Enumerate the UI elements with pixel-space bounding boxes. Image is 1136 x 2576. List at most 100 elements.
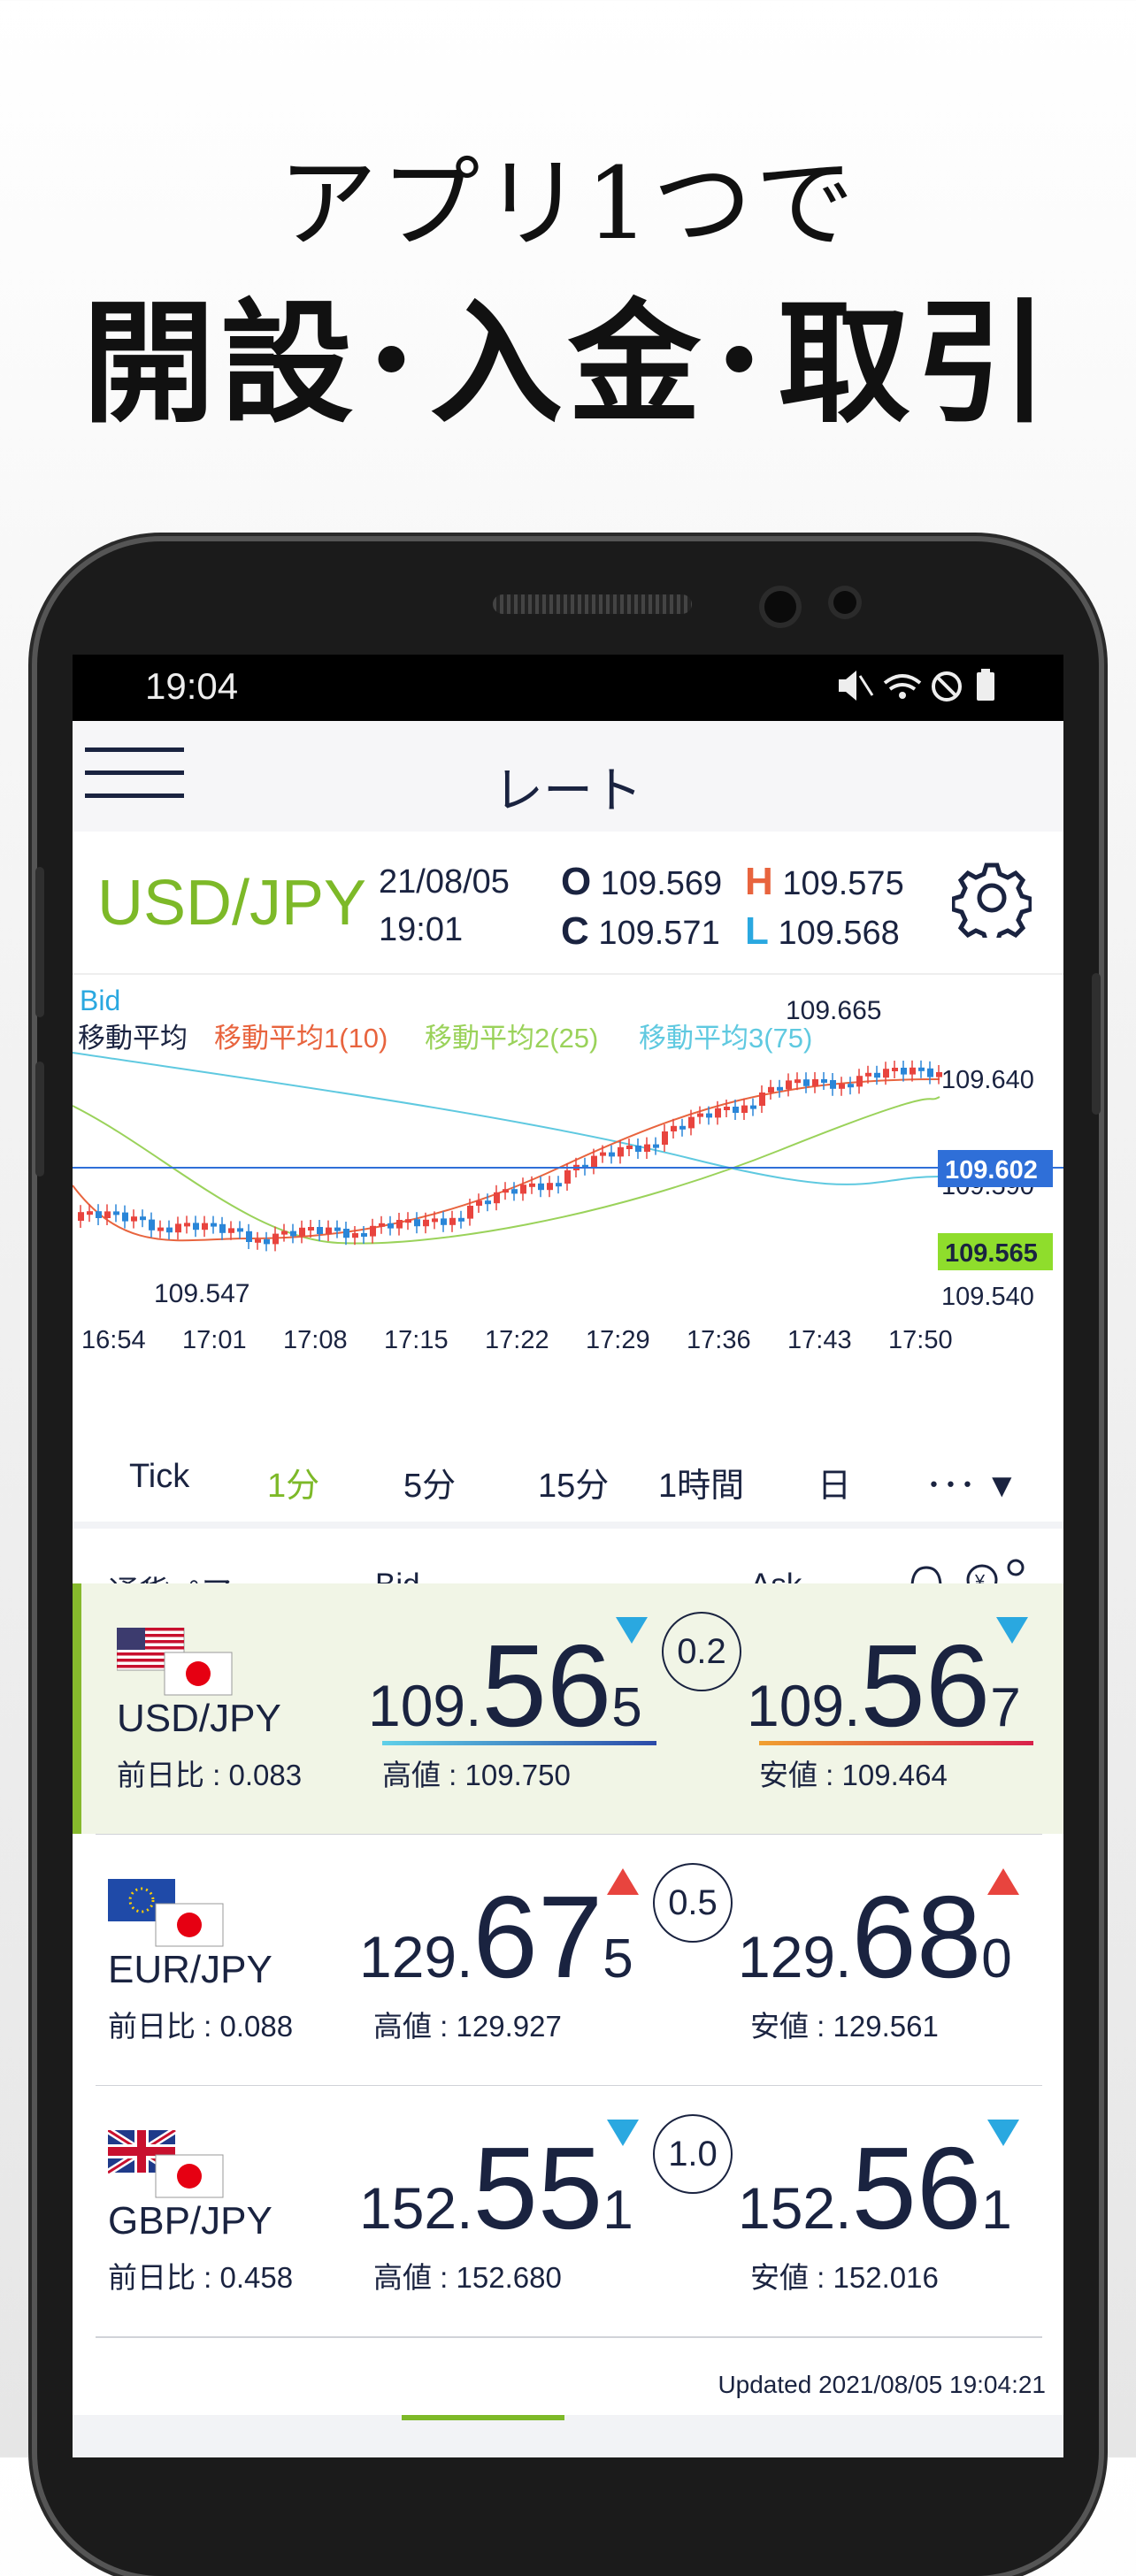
candle <box>149 1219 155 1230</box>
quote-date: 21/08/05 <box>379 863 510 901</box>
ask-big: 56 <box>851 2123 982 2253</box>
ask-bar <box>759 1741 1033 1745</box>
ma1-line <box>73 1078 940 1242</box>
wifi-icon <box>883 674 922 685</box>
candle <box>432 1218 438 1223</box>
chart-series-label: Bid <box>80 985 120 1016</box>
rate-row[interactable]: EUR/JPY 前日比 : 0.088 129.675 0.5 129.680 高値 : … <box>73 1835 1063 2085</box>
candle <box>679 1125 686 1130</box>
x-tick-label: 16:54 <box>81 1326 146 1354</box>
candle <box>264 1238 270 1245</box>
candle <box>511 1189 518 1194</box>
candle <box>414 1219 420 1227</box>
close-value: 109.571 <box>598 915 720 952</box>
page-title: レート <box>494 763 642 818</box>
x-tick-label: 17:22 <box>485 1326 549 1354</box>
row-change: 前日比 : 0.458 <box>108 2261 294 2294</box>
flag-eur-jpy-icon <box>108 1879 224 1947</box>
min-label: 109.547 <box>154 1279 249 1308</box>
ask-pip: 7 <box>990 1677 1021 1738</box>
candle <box>918 1067 925 1071</box>
candle <box>246 1230 252 1242</box>
candle <box>662 1131 668 1145</box>
bid-price[interactable]: 152.551 <box>359 2121 633 2255</box>
ask-tag-value: 109.602 <box>945 1156 1038 1184</box>
candle <box>697 1113 703 1117</box>
power-button <box>1092 973 1101 1115</box>
spread-badge: 1.0 <box>653 2114 733 2194</box>
candle <box>724 1107 730 1110</box>
bid-big: 55 <box>472 2123 603 2253</box>
y-tick-label: 109.540 <box>941 1283 1034 1311</box>
candle <box>441 1218 447 1225</box>
selected-pair[interactable]: USD/JPY <box>97 867 366 939</box>
row-pair: GBP/JPY <box>108 2199 272 2242</box>
candle <box>768 1086 774 1092</box>
candle <box>856 1076 863 1087</box>
tab-timeframe-0[interactable]: Tick <box>129 1458 189 1496</box>
candle <box>591 1155 597 1168</box>
low-value: 安値 : 109.464 <box>759 1759 948 1791</box>
rate-row[interactable]: GBP/JPY 前日比 : 0.458 152.551 1.0 152.561 高値 : … <box>73 2086 1063 2336</box>
candle <box>96 1211 102 1218</box>
ask-price[interactable]: 129.680 <box>738 1870 1012 2004</box>
tab-timeframe-2[interactable]: 5分 <box>403 1458 456 1506</box>
x-tick-label: 17:36 <box>687 1326 751 1354</box>
pair-header: USD/JPY 21/08/05 19:01 O 109.569 C 109.5… <box>73 832 1063 975</box>
candle <box>458 1217 464 1222</box>
headline-line2: 開設･入金･取引 <box>81 286 1054 441</box>
candle <box>361 1233 367 1237</box>
row-pair: EUR/JPY <box>108 1948 272 1991</box>
tab-timeframe-1[interactable]: 1分 <box>267 1458 319 1506</box>
candlestick-chart[interactable]: Bid 移動平均 移動平均1(10) 移動平均2(25) 移動平均3(75) 109.… <box>73 973 1063 1433</box>
bid-direction-icon <box>616 1617 648 1644</box>
tab-timeframe-3[interactable]: 15分 <box>538 1458 609 1506</box>
candle <box>733 1107 739 1113</box>
candle <box>255 1238 261 1243</box>
quote-datetime: 21/08/05 19:01 <box>379 858 510 954</box>
tab-active-indicator <box>402 2415 564 2420</box>
candle <box>166 1227 173 1233</box>
candle <box>910 1067 916 1075</box>
x-axis: 16:54 17:01 17:08 17:15 17:22 17:29 17:36 17:43… <box>81 1326 953 1354</box>
candle <box>104 1211 111 1218</box>
quote-time: 19:01 <box>379 911 464 948</box>
ask-direction-icon <box>996 1617 1028 1644</box>
flag-gbp-jpy-icon <box>108 2130 224 2198</box>
candle <box>370 1225 376 1237</box>
candle <box>715 1108 721 1118</box>
ask-price[interactable]: 152.561 <box>738 2121 1012 2255</box>
bid-price[interactable]: 109.565 <box>368 1619 642 1752</box>
candle <box>892 1068 898 1071</box>
candle <box>564 1170 571 1184</box>
candle <box>759 1092 765 1106</box>
candle <box>281 1230 288 1235</box>
low-label: L <box>745 909 769 953</box>
candle <box>405 1219 411 1223</box>
rate-row[interactable]: USD/JPY 前日比 : 0.083 109.565 0.2 109.567 高値 : … <box>73 1583 1063 1834</box>
tab-timeframe-6[interactable]: ･･･ ▼ <box>925 1458 1018 1506</box>
candle <box>520 1184 526 1194</box>
candle <box>494 1192 500 1204</box>
ask-price[interactable]: 109.567 <box>747 1619 1021 1752</box>
candle <box>308 1227 314 1230</box>
candle <box>228 1228 234 1233</box>
status-icons <box>833 667 1010 715</box>
candle <box>777 1086 783 1091</box>
high-value: 109.575 <box>782 865 904 902</box>
bid-direction-icon <box>607 2120 639 2146</box>
tab-timeframe-5[interactable]: 日 <box>817 1458 851 1506</box>
bid-price[interactable]: 129.675 <box>359 1870 633 2004</box>
candle <box>848 1084 854 1088</box>
gear-icon[interactable] <box>952 858 1032 938</box>
bottom-tab-bar <box>73 2415 1063 2457</box>
tab-timeframe-4[interactable]: 1時間 <box>658 1458 744 1506</box>
candle <box>609 1152 615 1157</box>
row-pair: USD/JPY <box>117 1697 281 1740</box>
bid-pip: 5 <box>603 1928 633 1990</box>
bid-pip: 1 <box>603 2180 633 2241</box>
candle <box>901 1068 907 1075</box>
candle <box>644 1144 650 1152</box>
candle <box>113 1211 119 1215</box>
candle <box>618 1146 624 1157</box>
